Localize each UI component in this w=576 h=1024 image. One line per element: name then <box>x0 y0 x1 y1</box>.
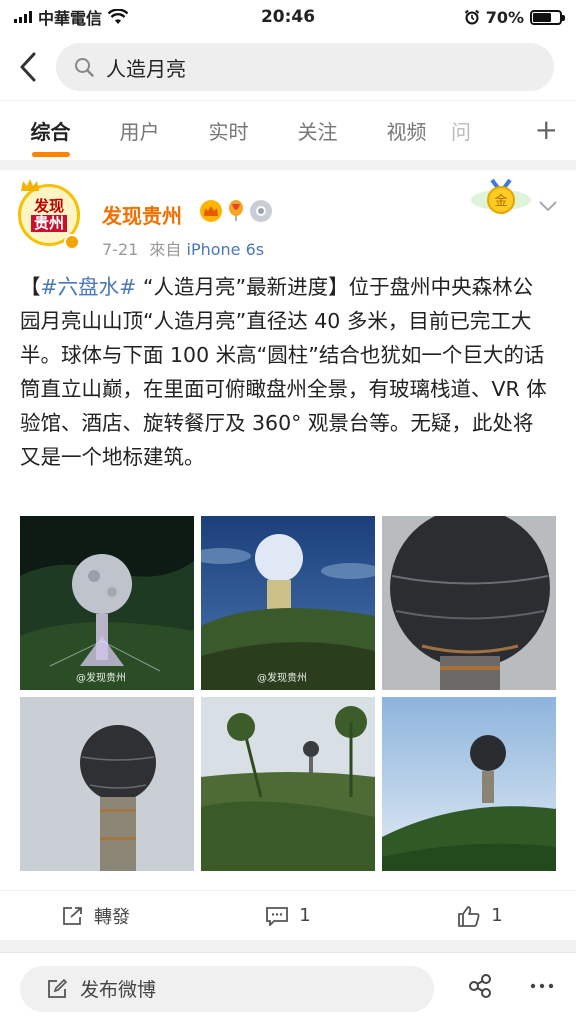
post-date: 7-21 <box>102 240 139 259</box>
repost-label: 轉發 <box>94 906 130 928</box>
gold-medal-icon: 金 <box>471 178 531 214</box>
sphere-closeup-image <box>382 516 556 690</box>
night-render-image <box>20 516 194 690</box>
post-card: 发现 贵州 发现贵州 7-21 來自 iPhone 6s 金 【#六盘水# “人… <box>0 170 576 940</box>
thumbs-up-icon <box>458 905 480 927</box>
post-image-2[interactable]: @发现贵州 <box>201 516 375 690</box>
battery-percent: 70% <box>485 7 524 27</box>
search-query: 人造月亮 <box>106 56 186 81</box>
status-left: 中華電信 <box>14 5 129 29</box>
tab-qa[interactable]: 问 <box>451 101 495 161</box>
edit-icon <box>48 978 68 998</box>
add-tab-button[interactable]: + <box>535 115 558 145</box>
post-image-1[interactable]: @发现贵州 <box>20 516 194 690</box>
author-name[interactable]: 发现贵州 <box>102 200 182 229</box>
post-source-prefix: 來自 <box>149 240 182 259</box>
chevron-down-icon[interactable] <box>538 200 558 212</box>
search-header: 人造月亮 <box>0 34 576 100</box>
back-button[interactable] <box>0 34 56 100</box>
tower-image <box>20 697 194 871</box>
medal-text: 金 <box>494 193 507 209</box>
tab-video[interactable]: 视频 <box>362 101 451 161</box>
like-button[interactable]: 1 <box>384 905 576 927</box>
battery-fill <box>533 12 552 22</box>
post-text: 【#六盘水# “人造月亮”最新进度】位于盘州中央森林公园月亮山山顶“人造月亮”直… <box>20 270 550 474</box>
balloon-icon <box>225 200 247 222</box>
search-icon <box>75 58 94 77</box>
comment-button[interactable]: 1 <box>192 905 384 926</box>
compose-label: 发布微博 <box>80 979 157 1001</box>
vip-crown-icon <box>200 200 222 222</box>
result-tabs: 综合 用户 实时 关注 视频 问 + <box>0 100 576 160</box>
status-bar: 中華電信 20:46 70% <box>0 0 576 34</box>
post-image-5[interactable] <box>201 697 375 871</box>
carrier-label: 中華電信 <box>38 9 103 28</box>
tab-users[interactable]: 用户 <box>95 101 184 161</box>
hashtag-link[interactable]: #六盘水# <box>41 275 137 299</box>
tab-comprehensive[interactable]: 综合 <box>6 101 95 161</box>
post-image-6[interactable] <box>382 697 556 871</box>
repost-button[interactable]: 轉發 <box>0 903 192 929</box>
verified-badge-icon <box>64 234 80 250</box>
repost-icon <box>63 906 82 925</box>
image-watermark: @发现贵州 <box>76 673 126 684</box>
wifi-icon <box>108 9 129 24</box>
image-grid: @发现贵州 @发现贵州 <box>20 516 556 871</box>
tab-realtime[interactable]: 实时 <box>184 101 273 161</box>
compose-button[interactable]: 发布微博 <box>20 965 434 1012</box>
tab-following[interactable]: 关注 <box>273 101 362 161</box>
image-watermark: @发现贵州 <box>257 673 307 684</box>
chevron-left-icon <box>20 52 36 82</box>
post-actions: 轉發 1 1 <box>0 890 576 940</box>
hilltop-tower-image <box>382 697 556 871</box>
status-right: 70% <box>464 7 565 27</box>
alarm-clock-icon <box>464 9 479 25</box>
post-source[interactable]: iPhone 6s <box>187 240 265 259</box>
medal-badge-icon <box>250 200 272 222</box>
battery-icon <box>530 9 565 25</box>
comment-count: 1 <box>299 905 311 926</box>
post-text-open: 【 <box>20 275 41 299</box>
distant-tower-image <box>201 697 375 871</box>
like-count: 1 <box>491 905 503 926</box>
post-meta: 7-21 來自 iPhone 6s <box>102 236 264 260</box>
post-body: “人造月亮”最新进度】位于盘州中央森林公园月亮山山顶“人造月亮”直径达 40 多… <box>20 275 547 469</box>
comment-icon <box>266 906 289 926</box>
post-image-3[interactable] <box>382 516 556 690</box>
more-icon[interactable] <box>528 972 556 1000</box>
share-nodes-icon[interactable] <box>466 972 494 1000</box>
author-badges <box>200 200 272 222</box>
search-input[interactable]: 人造月亮 <box>56 43 554 91</box>
avatar-text-top: 发现 <box>33 197 64 215</box>
crown-icon <box>21 179 39 191</box>
avatar-text-bottom: 贵州 <box>30 215 67 232</box>
blue-night-render-image <box>201 516 375 690</box>
signal-icon <box>14 11 32 23</box>
post-image-4[interactable] <box>20 697 194 871</box>
